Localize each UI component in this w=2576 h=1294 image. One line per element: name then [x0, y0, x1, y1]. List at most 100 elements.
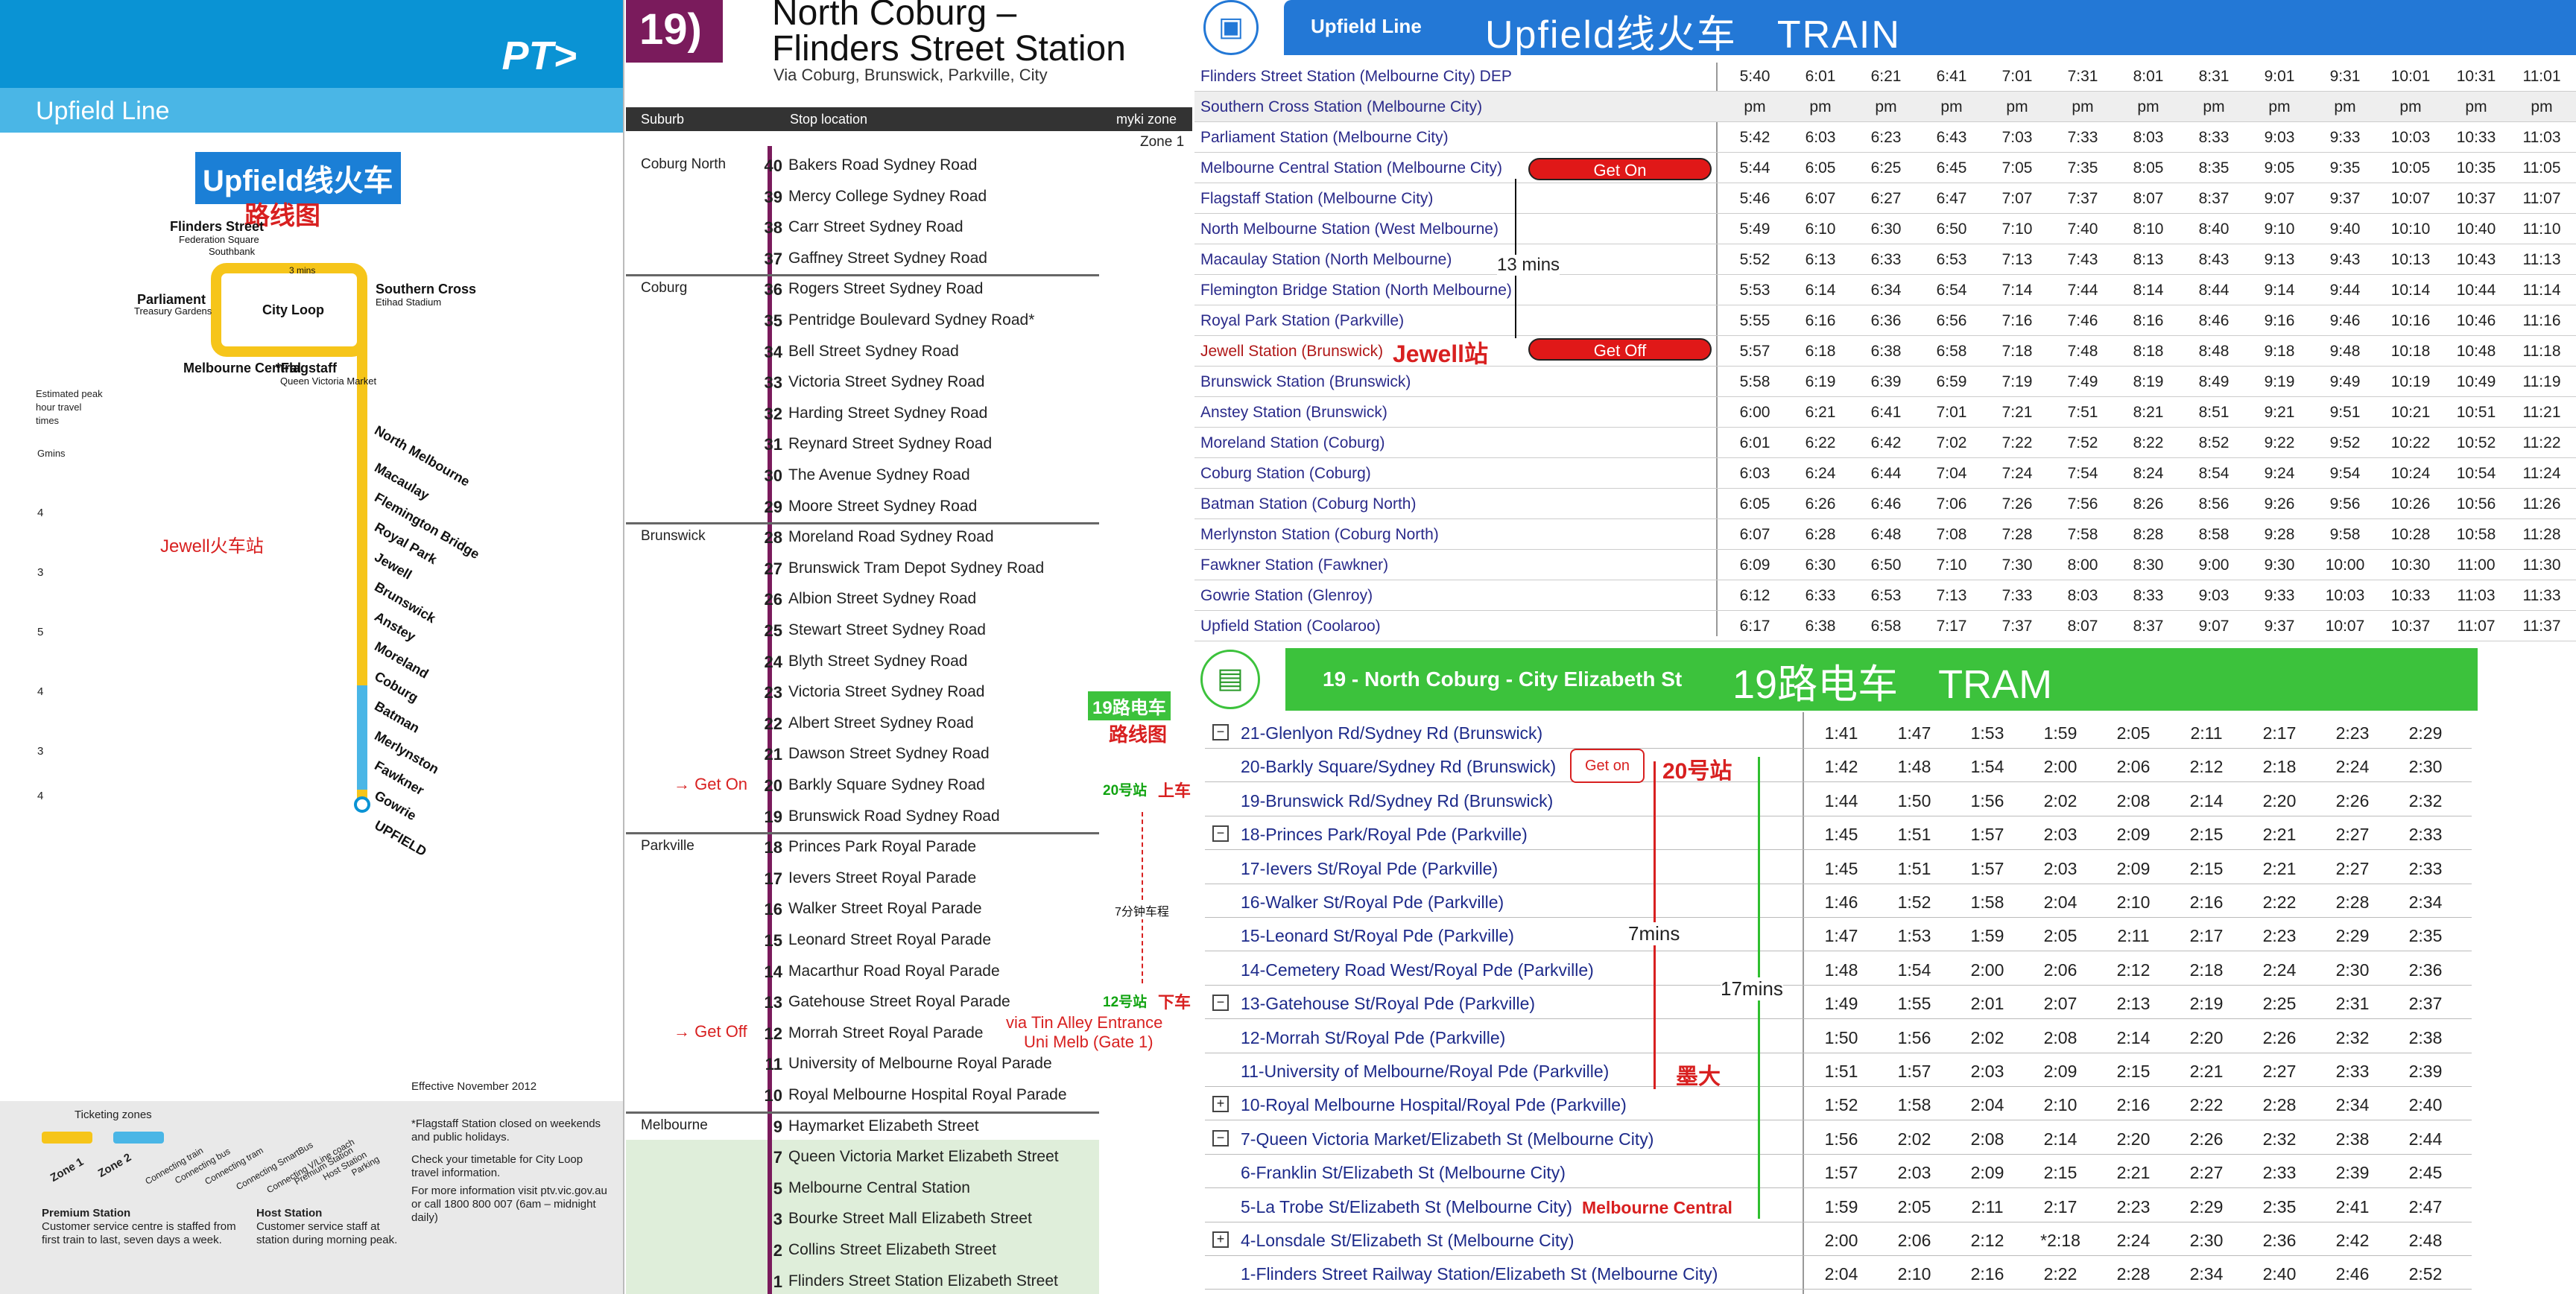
- stop-number: 35: [764, 311, 782, 330]
- train-time-cell: 11:21: [2522, 404, 2561, 421]
- stop-number: 18: [764, 838, 782, 857]
- tram-station: 17-Ievers St/Royal Pde (Parkville): [1241, 858, 1499, 878]
- tram-time-cell: 2:14: [2116, 1027, 2151, 1047]
- tram-row: −18-Princes Park/Royal Pde (Parkville) 1:…: [1205, 816, 2472, 851]
- stop-name: Morrah Street Royal Parade: [788, 1024, 984, 1041]
- train-time-cell: 10:28: [2390, 526, 2431, 543]
- train-time-cell: pm: [1809, 98, 1832, 115]
- train-time-cell: 9:31: [2329, 68, 2361, 85]
- tram-time-cell: 1:52: [1824, 1095, 1858, 1115]
- tram-station: 16-Walker St/Royal Pde (Parkville): [1241, 892, 1504, 912]
- tram-time-cell: 2:37: [2408, 994, 2443, 1014]
- stop-name: University of Melbourne Royal Parade: [788, 1055, 1052, 1073]
- tram-time-cell: 2:20: [2262, 790, 2297, 811]
- stop-number: 13: [764, 993, 782, 1012]
- tram-row: 17-Ievers St/Royal Pde (Parkville) 1:45 1:…: [1205, 851, 2472, 884]
- tram-time-cell: 2:24: [2262, 960, 2297, 980]
- tram-time-cell: 2:35: [2262, 1196, 2297, 1217]
- train-time-cell: 7:46: [2067, 312, 2098, 329]
- tram-time-cell: 2:30: [2335, 960, 2370, 980]
- tram-time-cell: 2:28: [2335, 892, 2370, 912]
- tram-time-cell: 2:44: [2408, 1129, 2443, 1149]
- train-time-cell: pm: [2531, 98, 2553, 115]
- tram-time-cell: 2:05: [2116, 723, 2151, 743]
- stop-number: 17: [764, 869, 782, 888]
- train-time-cell: 10:37: [2456, 190, 2496, 207]
- train-time-cell: 7:13: [1936, 587, 1967, 604]
- train-time-cell: 6:33: [1870, 251, 1902, 268]
- collapse-icon[interactable]: −: [1212, 724, 1229, 740]
- train-time-cell: 10:31: [2456, 68, 2496, 85]
- train-time-cell: 6:10: [1805, 221, 1836, 238]
- col-suburb: Suburb: [641, 112, 685, 127]
- tram-time-cell: 2:30: [2189, 1231, 2224, 1250]
- stop-name: The Avenue Sydney Road: [788, 466, 970, 483]
- stop-row: 1 Flinders Street Station Elizabeth Stree…: [626, 1266, 1192, 1294]
- collapse-icon[interactable]: −: [1212, 1129, 1229, 1146]
- train-time-cell: 9:35: [2329, 159, 2361, 177]
- tram-time-cell: 1:44: [1824, 790, 1858, 811]
- train-time-cell: 10:19: [2390, 373, 2431, 390]
- tram-time-cell: 2:27: [2189, 1163, 2224, 1183]
- tram-time-cell: 2:05: [2043, 926, 2077, 946]
- tram-time-cell: 2:24: [2116, 1231, 2151, 1250]
- train-header-cn: Upfield线火车 TRAIN: [1485, 13, 1901, 57]
- line-name: Upfield Line: [0, 88, 623, 133]
- train-time-cell: 9:26: [2264, 495, 2295, 513]
- tram-time-cell: 1:50: [1824, 1027, 1858, 1047]
- tram-time-cell: 2:00: [1970, 960, 2004, 980]
- train-row: Upfield Station (Coolaroo) 6:17 6:38 6:58 7:…: [1194, 611, 2576, 641]
- tram-time-cell: 1:45: [1824, 858, 1858, 878]
- train-station: North Melbourne Station (West Melbourne): [1200, 221, 1499, 238]
- tram-time-cell: 2:21: [2262, 825, 2297, 845]
- stop-number: 40: [764, 156, 782, 175]
- train-time-cell: 6:38: [1870, 343, 1902, 360]
- get-on-arrow: → Get On: [674, 775, 748, 793]
- arrow-right-icon: →: [674, 775, 695, 793]
- tram-time-cell: 2:18: [2189, 960, 2224, 980]
- tram-time-cell: 2:35: [2408, 926, 2443, 946]
- tram-get-on-box: Get on: [1570, 749, 1645, 783]
- tram-time-cell: 2:33: [2335, 1062, 2370, 1081]
- tram-time-cell: 2:33: [2262, 1163, 2297, 1183]
- expand-icon[interactable]: +: [1212, 1231, 1229, 1248]
- stop-row: 15 Leonard Street Royal Parade: [626, 925, 1192, 956]
- tram-time-cell: 2:17: [2262, 723, 2297, 743]
- train-time-cell: 7:19: [2001, 373, 2033, 390]
- train-time-cell: 8:30: [2133, 556, 2164, 574]
- train-time-cell: 6:23: [1870, 129, 1902, 146]
- train-time-cell: 6:07: [1739, 526, 1770, 543]
- tram-time-cell: 2:47: [2408, 1196, 2443, 1217]
- stop-name: Gaffney Street Sydney Road: [788, 249, 987, 267]
- train-time-cell: 11:30: [2522, 556, 2561, 574]
- mins13-label: 13 mins: [1497, 255, 1560, 276]
- train-time-cell: 6:33: [1805, 587, 1836, 604]
- expand-icon[interactable]: +: [1212, 1096, 1229, 1113]
- tram-time-cell: 2:36: [2262, 1231, 2297, 1250]
- train-time-cell: 8:24: [2133, 465, 2164, 482]
- collapse-icon[interactable]: −: [1212, 825, 1229, 843]
- train-time-cell: 9:33: [2264, 587, 2295, 604]
- collapse-icon[interactable]: −: [1212, 995, 1229, 1012]
- train-row: Fawkner Station (Fawkner) 6:09 6:30 6:50 7:1…: [1194, 550, 2576, 580]
- tram-station: 12-Morrah St/Royal Pde (Parkville): [1241, 1027, 1506, 1047]
- tram-time-cell: 1:57: [1824, 1163, 1858, 1183]
- train-time-cell: 9:14: [2264, 282, 2295, 299]
- train-time-cell: 6:05: [1805, 159, 1836, 177]
- travel-time-2: 3: [37, 566, 44, 579]
- stop-name: Stewart Street Sydney Road: [788, 621, 986, 638]
- tram-time-cell: 2:21: [2189, 1062, 2224, 1081]
- train-time-cell: 6:58: [1870, 618, 1902, 635]
- train-time-cell: 7:31: [2067, 68, 2098, 85]
- up-cn: 上车: [1158, 781, 1192, 800]
- suburb-divider: [626, 522, 1099, 525]
- train-time-cell: 5:57: [1739, 343, 1770, 360]
- tram-station: 18-Princes Park/Royal Pde (Parkville): [1241, 825, 1528, 845]
- train-time-cell: pm: [1940, 98, 1963, 115]
- stop-row: 39 Mercy College Sydney Road: [626, 182, 1192, 212]
- train-time-cell: 8:22: [2133, 434, 2164, 451]
- tram-row: −13-Gatehouse St/Royal Pde (Parkville) 1:…: [1205, 986, 2472, 1020]
- uni-gate: Uni Melb (Gate 1): [1024, 1033, 1153, 1052]
- tram-table-header: 19 - North Coburg - City Elizabeth St 19…: [1285, 648, 2478, 711]
- tram-time-cell: 1:53: [1897, 926, 1931, 946]
